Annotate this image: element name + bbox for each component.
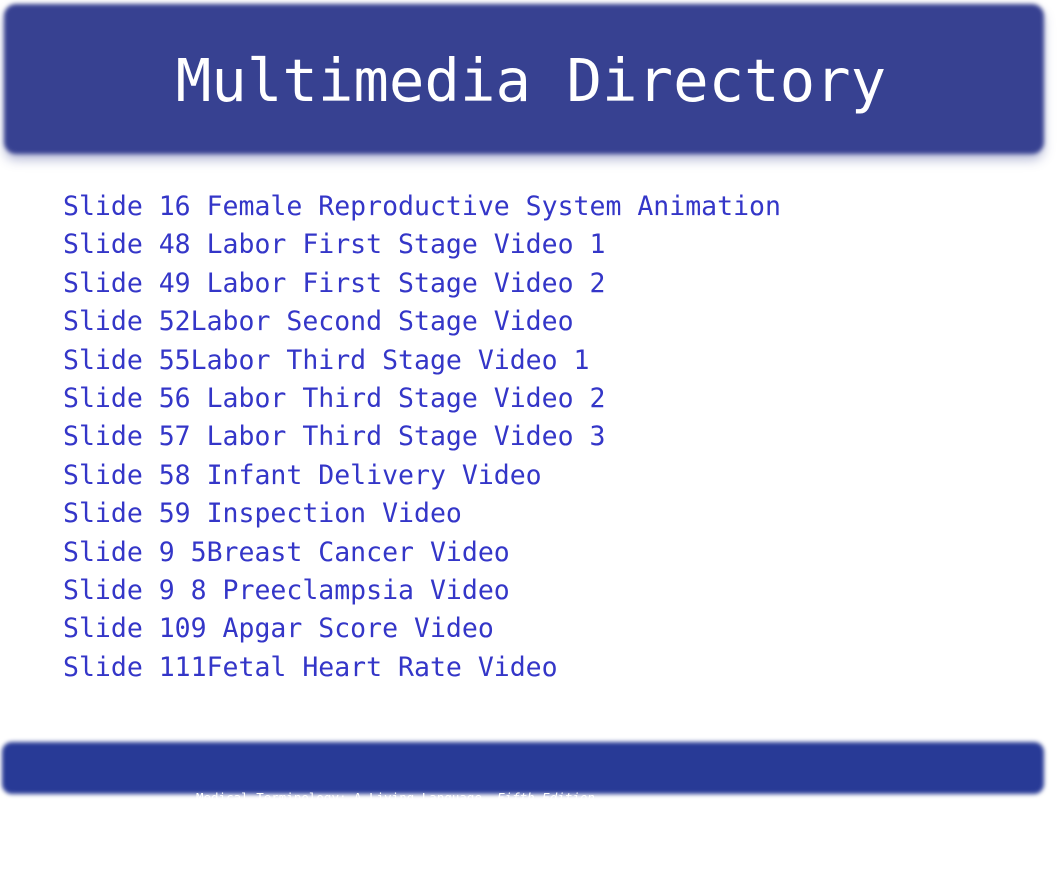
list-item[interactable]: Slide 55Labor Third Stage Video 1 xyxy=(63,342,781,380)
list-item[interactable]: Slide 57 Labor Third Stage Video 3 xyxy=(63,418,781,456)
list-item[interactable]: Slide 49 Labor First Stage Video 2 xyxy=(63,265,781,303)
list-item[interactable]: Slide 16 Female Reproductive System Anim… xyxy=(63,188,781,226)
list-item[interactable]: Slide 9 8 Preeclampsia Video xyxy=(63,572,781,610)
footer-text: Medical Terminology: A Living Language, … xyxy=(196,755,595,874)
list-item[interactable]: Slide 111Fetal Heart Rate Video xyxy=(63,649,781,687)
book-title: Medical Terminology: A Living Language, xyxy=(196,790,498,805)
list-item[interactable]: Slide 109 Apgar Score Video xyxy=(63,610,781,648)
list-item[interactable]: Slide 58 Infant Delivery Video xyxy=(63,457,781,495)
list-item[interactable]: Slide 56 Labor Third Stage Video 2 xyxy=(63,380,781,418)
list-item[interactable]: Slide 59 Inspection Video xyxy=(63,495,781,533)
book-authors: Bonnie F. Fremgen • Suzanne S. Frucht xyxy=(196,841,475,856)
page-title: Multimedia Directory xyxy=(175,46,887,115)
multimedia-list: Slide 16 Female Reproductive System Anim… xyxy=(63,188,781,687)
list-item[interactable]: Slide 48 Labor First Stage Video 1 xyxy=(63,226,781,264)
list-item[interactable]: Slide 52Labor Second Stage Video xyxy=(63,303,781,341)
list-item[interactable]: Slide 9 5Breast Cancer Video xyxy=(63,534,781,572)
book-edition: Fifth Edition xyxy=(497,790,595,805)
book-title-line: Medical Terminology: A Living Language, … xyxy=(196,789,595,806)
